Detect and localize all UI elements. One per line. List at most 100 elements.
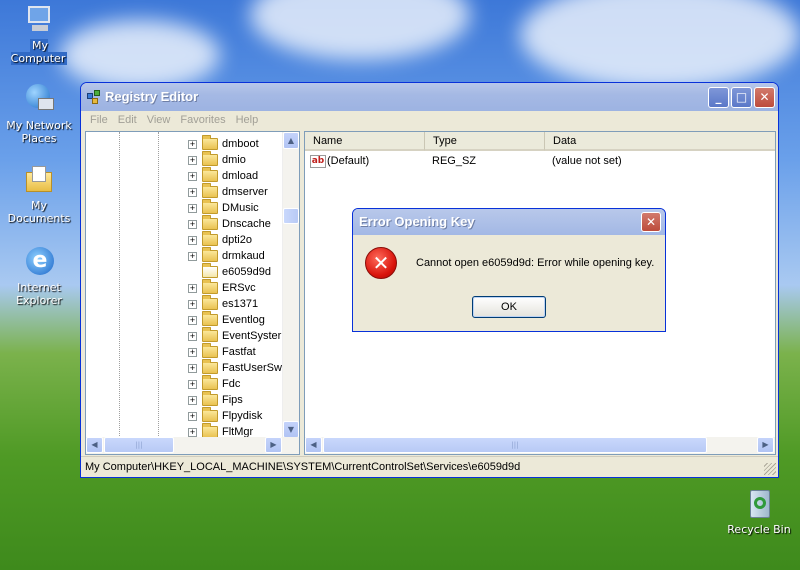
column-header-data[interactable]: Data xyxy=(545,132,775,151)
dialog-titlebar[interactable]: Error Opening Key ✕ xyxy=(353,209,665,235)
tree-item[interactable]: + dpti2o xyxy=(188,231,252,248)
value-name: (Default) xyxy=(327,155,370,167)
error-icon: ✕ xyxy=(365,247,397,279)
desktop-icon-my-documents[interactable]: My Documents xyxy=(2,164,76,225)
status-bar: My Computer\HKEY_LOCAL_MACHINE\SYSTEM\Cu… xyxy=(81,456,778,477)
expand-icon[interactable]: + xyxy=(188,187,197,197)
close-button[interactable]: ✕ xyxy=(754,87,775,108)
expand-icon[interactable]: + xyxy=(188,395,197,405)
folder-open-icon xyxy=(202,263,218,278)
expand-icon[interactable]: + xyxy=(188,299,197,309)
menu-help[interactable]: Help xyxy=(231,111,264,126)
tree-item[interactable]: e6059d9d xyxy=(188,263,271,280)
tree-item[interactable]: + dmboot xyxy=(188,135,259,152)
expand-icon[interactable]: + xyxy=(188,363,197,373)
expand-icon[interactable]: + xyxy=(188,427,197,437)
folder-icon xyxy=(202,407,218,422)
tree-item-label: Fips xyxy=(222,394,243,406)
tree-item[interactable]: + Fdc xyxy=(188,375,240,392)
key-tree-pane[interactable]: + dmboot + dmio + dmload + dmserver + DMusic + Dnsc… xyxy=(85,131,300,455)
folder-icon xyxy=(202,199,218,214)
expand-icon[interactable]: + xyxy=(188,171,197,181)
expand-icon[interactable]: + xyxy=(188,379,197,389)
column-header-name[interactable]: Name xyxy=(305,132,425,151)
tree-item[interactable]: + Fips xyxy=(188,391,243,408)
desktop-icon-my-computer[interactable]: My Computer xyxy=(2,4,76,65)
close-icon: ✕ xyxy=(645,215,657,229)
desktop-icon-internet-explorer[interactable]: e Internet Explorer xyxy=(2,246,76,307)
folder-icon xyxy=(202,231,218,246)
desktop-icon-label: My Computer xyxy=(10,39,68,65)
tree-item-label: dmboot xyxy=(222,138,259,150)
tree-item[interactable]: + Eventlog xyxy=(188,311,265,328)
window-titlebar[interactable]: Registry Editor _ □ ✕ xyxy=(81,83,778,111)
desktop-icon-label: My Network Places xyxy=(6,119,72,145)
maximize-button[interactable]: □ xyxy=(731,87,752,108)
expand-icon[interactable]: + xyxy=(188,315,197,325)
tree-item[interactable]: + Dnscache xyxy=(188,215,271,232)
scroll-right-arrow-icon[interactable]: ▶ xyxy=(265,437,282,453)
expand-icon[interactable]: + xyxy=(188,347,197,357)
error-dialog: Error Opening Key ✕ ✕ Cannot open e6059d… xyxy=(352,208,666,332)
network-places-icon xyxy=(22,84,56,116)
expand-icon[interactable]: + xyxy=(188,251,197,261)
tree-item[interactable]: + EventSyster xyxy=(188,327,281,344)
scroll-left-arrow-icon[interactable]: ◀ xyxy=(86,437,103,453)
tree-item-label: dmload xyxy=(222,170,259,182)
scroll-up-arrow-icon[interactable]: ▲ xyxy=(283,132,299,149)
column-header-label: Name xyxy=(313,135,343,147)
tree-item[interactable]: + Fastfat xyxy=(188,343,256,360)
menu-favorites[interactable]: Favorites xyxy=(175,111,230,126)
maximize-icon: □ xyxy=(735,90,748,104)
expand-icon[interactable]: + xyxy=(188,155,197,165)
tree-item[interactable]: + DMusic xyxy=(188,199,259,216)
menu-bar: File Edit View Favorites Help xyxy=(81,111,778,130)
scroll-down-arrow-icon[interactable]: ▼ xyxy=(283,421,299,438)
expand-icon[interactable]: + xyxy=(188,203,197,213)
expand-icon[interactable]: + xyxy=(188,283,197,293)
tree-item[interactable]: + Flpydisk xyxy=(188,407,262,424)
folder-icon xyxy=(202,279,218,294)
my-computer-icon xyxy=(22,4,56,36)
scroll-thumb[interactable]: ||| xyxy=(323,437,707,453)
tree-item-label: dpti2o xyxy=(222,234,252,246)
close-icon: ✕ xyxy=(759,90,770,104)
cloud xyxy=(60,20,220,90)
tree-horizontal-scrollbar[interactable]: ◀ ||| ▶ xyxy=(86,437,299,454)
tree-vertical-scrollbar[interactable]: ▲ ▼ xyxy=(282,132,299,439)
desktop-icon-recycle-bin[interactable]: Recycle Bin xyxy=(722,488,796,536)
ok-button[interactable]: OK xyxy=(472,296,546,318)
expand-icon[interactable]: + xyxy=(188,411,197,421)
tree-item[interactable]: + dmio xyxy=(188,151,246,168)
expand-icon[interactable]: + xyxy=(188,139,197,149)
expand-icon[interactable]: + xyxy=(188,235,197,245)
scroll-thumb[interactable] xyxy=(283,208,299,224)
menu-edit[interactable]: Edit xyxy=(113,111,142,126)
column-header-type[interactable]: Type xyxy=(425,132,545,151)
scroll-right-arrow-icon[interactable]: ▶ xyxy=(757,437,774,453)
tree-item[interactable]: + dmload xyxy=(188,167,259,184)
tree-item[interactable]: + drmkaud xyxy=(188,247,265,264)
resize-grip-icon[interactable] xyxy=(764,463,776,475)
folder-icon xyxy=(202,327,218,342)
expand-icon[interactable]: + xyxy=(188,219,197,229)
list-horizontal-scrollbar[interactable]: ◀ ||| ▶ xyxy=(305,437,775,454)
scroll-thumb[interactable]: ||| xyxy=(104,437,174,453)
minimize-button[interactable]: _ xyxy=(708,87,729,108)
my-documents-icon xyxy=(22,164,56,196)
folder-icon xyxy=(202,167,218,182)
dialog-close-button[interactable]: ✕ xyxy=(641,212,661,232)
desktop-icon-my-network-places[interactable]: My Network Places xyxy=(2,84,76,145)
folder-icon xyxy=(202,343,218,358)
desktop-icon-label: Internet Explorer xyxy=(16,281,62,307)
folder-icon xyxy=(202,151,218,166)
scroll-left-arrow-icon[interactable]: ◀ xyxy=(305,437,322,453)
tree-item[interactable]: + es1371 xyxy=(188,295,258,312)
menu-file[interactable]: File xyxy=(85,111,113,126)
expand-icon[interactable]: + xyxy=(188,331,197,341)
tree-item-label: drmkaud xyxy=(222,250,265,262)
tree-item[interactable]: + dmserver xyxy=(188,183,268,200)
tree-item[interactable]: + ERSvc xyxy=(188,279,256,296)
menu-view[interactable]: View xyxy=(142,111,176,126)
tree-item[interactable]: + FastUserSw xyxy=(188,359,282,376)
